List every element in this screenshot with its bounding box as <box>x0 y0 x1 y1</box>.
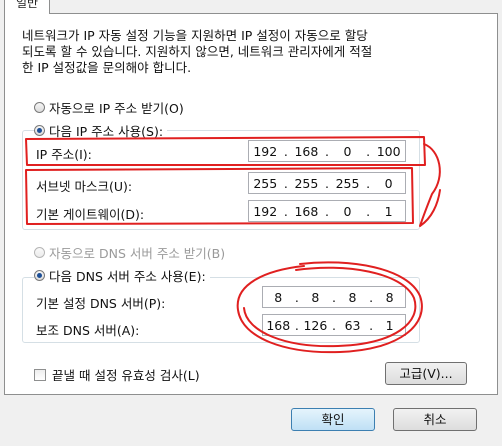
octet-separator: . <box>283 203 288 219</box>
description-line: 한 IP 설정값을 문의해야 합니다. <box>22 60 192 75</box>
description-line: 되도록 할 수 있습니다. 지원하지 않으면, 네트워크 관리자에게 적절 <box>22 44 373 59</box>
ip-address-label: IP 주소(I): <box>36 147 92 162</box>
octet-separator: . <box>283 175 288 191</box>
ip-octet: 255 <box>253 175 278 191</box>
ip-octet: 0 <box>384 175 393 191</box>
cancel-button[interactable]: 취소 <box>393 408 477 431</box>
validate-checkbox-label: 끝낼 때 설정 유효성 검사(L) <box>52 368 200 383</box>
preferred-dns-input[interactable]: 8. 8. 8. 8 <box>262 286 406 308</box>
ip-octet: 0 <box>343 203 352 219</box>
manual-dns-label: 다음 DNS 서버 주소 사용(E): <box>49 269 206 284</box>
auto-dns-radio-row[interactable]: 자동으로 DNS 서버 주소 받기(B) <box>34 243 225 262</box>
manual-ip-radio-row[interactable]: 다음 IP 주소 사용(S): <box>34 121 168 140</box>
ip-octet: 255 <box>294 175 319 191</box>
gateway-input[interactable]: 192. 168. 0. 1 <box>248 200 406 222</box>
manual-dns-radio[interactable] <box>34 270 45 281</box>
octet-separator: . <box>283 143 288 159</box>
ip-octet: 8 <box>311 289 320 305</box>
octet-separator: . <box>331 317 336 333</box>
preferred-dns-label: 기본 설정 DNS 서버(P): <box>36 296 166 311</box>
gateway-label: 기본 게이트웨이(D): <box>36 207 145 222</box>
ip-octet: 8 <box>348 289 357 305</box>
subnet-mask-label: 서브넷 마스크(U): <box>36 179 133 194</box>
ip-octet: 100 <box>376 143 401 159</box>
ip-octet: 1 <box>385 317 394 333</box>
description-line: 네트워크가 IP 자동 설정 기능을 지원하면 IP 설정이 자동으로 할당 <box>22 28 368 43</box>
description-text: 네트워크가 IP 자동 설정 기능을 지원하면 IP 설정이 자동으로 할당 되… <box>22 28 462 76</box>
auto-dns-label: 자동으로 DNS 서버 주소 받기(B) <box>49 246 226 261</box>
tab-general[interactable]: 일반 <box>4 0 50 14</box>
tab-strip <box>0 0 502 14</box>
ip-octet: 192 <box>253 203 278 219</box>
ip-octet: 8 <box>274 289 283 305</box>
auto-ip-radio-row[interactable]: 자동으로 IP 주소 받기(O) <box>34 98 184 117</box>
octet-separator: . <box>294 317 299 333</box>
auto-dns-radio[interactable] <box>34 247 45 258</box>
ip-octet: 255 <box>335 175 360 191</box>
ip-octet: 168 <box>266 317 291 333</box>
ip-octet: 0 <box>343 143 352 159</box>
octet-separator: . <box>324 203 329 219</box>
octet-separator: . <box>369 289 374 305</box>
ip-octet: 1 <box>384 203 393 219</box>
auto-ip-radio[interactable] <box>34 102 45 113</box>
ip-octet: 63 <box>344 317 361 333</box>
advanced-button[interactable]: 고급(V)... <box>385 362 467 385</box>
ip-octet: 168 <box>294 203 319 219</box>
auto-ip-label: 자동으로 IP 주소 받기(O) <box>49 101 184 116</box>
octet-separator: . <box>366 143 371 159</box>
ip-address-input[interactable]: 192. 168. 0. 100 <box>248 140 406 162</box>
manual-ip-radio[interactable] <box>34 125 45 136</box>
octet-separator: . <box>331 289 336 305</box>
validate-checkbox[interactable] <box>34 368 46 381</box>
octet-separator: . <box>324 143 329 159</box>
subnet-mask-input[interactable]: 255. 255. 255. 0 <box>248 172 406 194</box>
ip-octet: 8 <box>385 289 394 305</box>
manual-ip-label: 다음 IP 주소 사용(S): <box>49 124 164 139</box>
octet-separator: . <box>324 175 329 191</box>
ip-octet: 168 <box>294 143 319 159</box>
octet-separator: . <box>366 175 371 191</box>
octet-separator: . <box>369 317 374 333</box>
alternate-dns-label: 보조 DNS 서버(A): <box>36 323 140 338</box>
octet-separator: . <box>294 289 299 305</box>
ok-button[interactable]: 확인 <box>291 408 375 431</box>
octet-separator: . <box>366 203 371 219</box>
ip-octet: 126 <box>303 317 328 333</box>
ip-octet: 192 <box>253 143 278 159</box>
validate-checkbox-row[interactable]: 끝낼 때 설정 유효성 검사(L) <box>34 365 200 384</box>
alternate-dns-input[interactable]: 168. 126. 63. 1 <box>262 314 406 336</box>
manual-dns-radio-row[interactable]: 다음 DNS 서버 주소 사용(E): <box>34 266 210 285</box>
